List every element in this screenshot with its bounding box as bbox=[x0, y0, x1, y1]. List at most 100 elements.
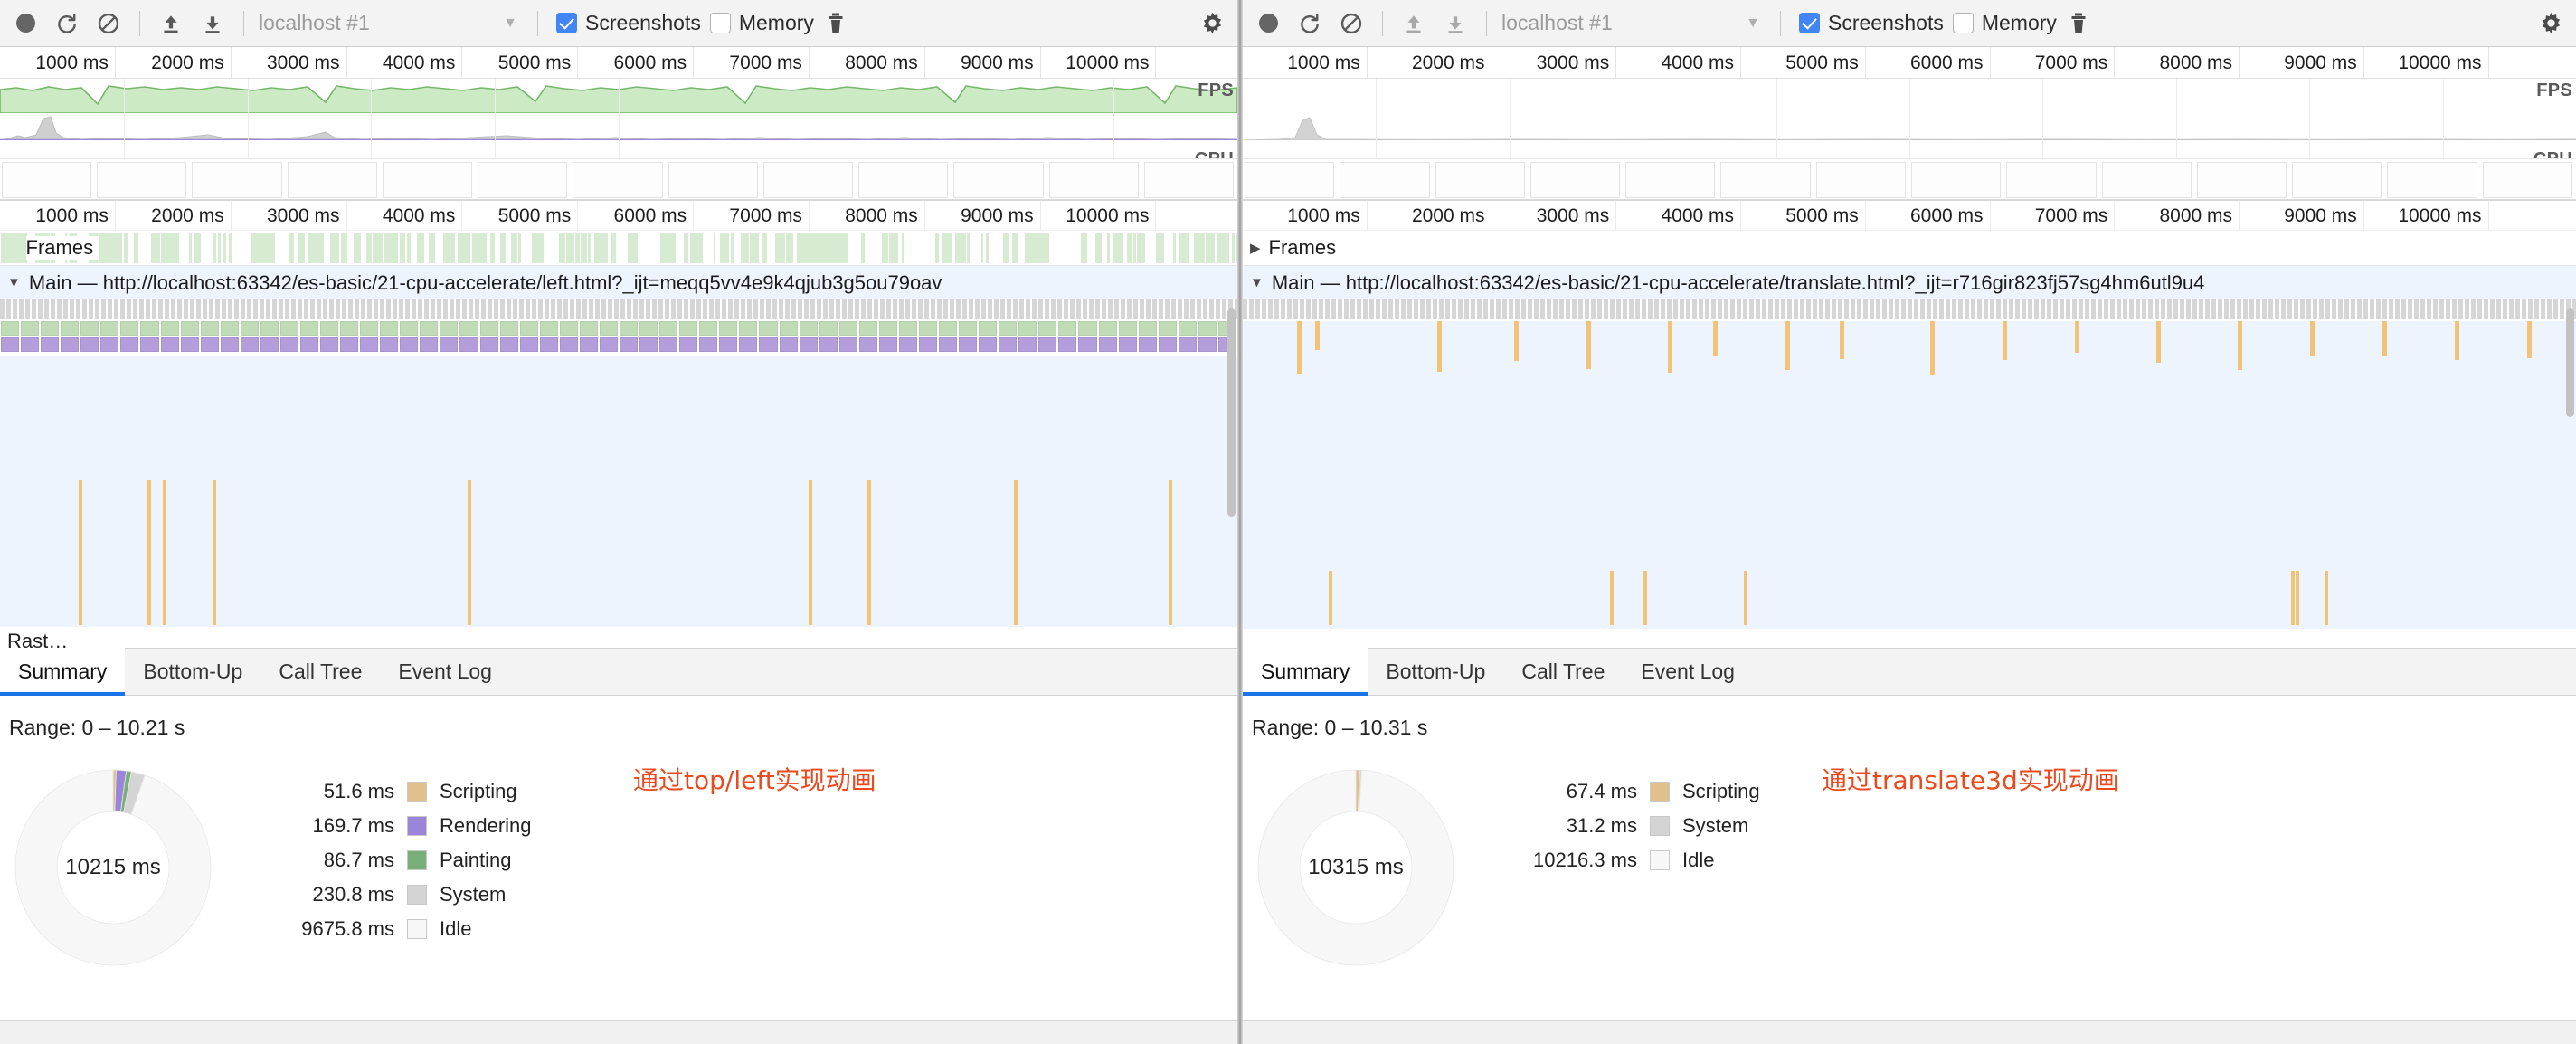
long-task-marker[interactable] bbox=[468, 480, 471, 625]
flame-bar[interactable] bbox=[201, 337, 219, 352]
checkbox-box-memory[interactable] bbox=[1953, 13, 1974, 33]
task-band[interactable] bbox=[0, 299, 1237, 319]
filmstrip-frame[interactable] bbox=[2, 162, 91, 198]
flame-bar[interactable] bbox=[260, 321, 279, 336]
flame-bar[interactable] bbox=[739, 321, 757, 336]
long-task-marker[interactable] bbox=[1329, 571, 1332, 625]
flame-bar[interactable] bbox=[719, 321, 737, 336]
filmstrip-frame[interactable] bbox=[668, 162, 758, 198]
long-task-marker[interactable] bbox=[809, 480, 812, 625]
flame-bar[interactable] bbox=[1, 321, 19, 336]
flame-bar[interactable] bbox=[1179, 337, 1197, 352]
flame-bar[interactable] bbox=[459, 321, 478, 336]
flame-bar[interactable] bbox=[1198, 337, 1217, 352]
filmstrip-frame[interactable] bbox=[1530, 162, 1620, 198]
flame-bar[interactable] bbox=[879, 337, 897, 352]
long-task-marker[interactable] bbox=[147, 480, 151, 625]
long-task-marker[interactable] bbox=[1668, 321, 1672, 373]
filmstrip-frame[interactable] bbox=[858, 162, 948, 198]
right-frames-track[interactable]: ▶ Frames bbox=[1243, 231, 2576, 265]
long-task-marker[interactable] bbox=[1744, 571, 1747, 625]
flame-bar[interactable] bbox=[1058, 337, 1076, 352]
flame-bar[interactable] bbox=[61, 337, 79, 352]
flame-bar[interactable] bbox=[939, 321, 957, 336]
long-task-marker[interactable] bbox=[1297, 321, 1302, 374]
filmstrip-frame[interactable] bbox=[2197, 162, 2287, 198]
memory-checkbox[interactable]: Memory bbox=[1953, 11, 2057, 35]
long-task-marker[interactable] bbox=[2075, 321, 2079, 353]
flame-bar[interactable] bbox=[300, 321, 318, 336]
long-task-marker[interactable] bbox=[2003, 321, 2007, 360]
flame-bar[interactable] bbox=[699, 337, 717, 352]
flame-bar[interactable] bbox=[899, 321, 917, 336]
legend-row[interactable]: 10216.3 msIdle bbox=[1487, 843, 1760, 878]
left-frames-track[interactable]: ▶ Frames bbox=[0, 231, 1237, 265]
checkbox-box-screenshots[interactable] bbox=[1799, 13, 1820, 33]
flame-bar[interactable] bbox=[221, 337, 239, 352]
legend-row[interactable]: 31.2 msSystem bbox=[1487, 809, 1760, 843]
clear-button[interactable] bbox=[89, 4, 128, 43]
main-collapse-arrow[interactable]: ▼ bbox=[1250, 275, 1264, 290]
filmstrip-frame[interactable] bbox=[1625, 162, 1715, 198]
flame-bar[interactable] bbox=[520, 337, 538, 352]
flame-bar[interactable] bbox=[380, 321, 398, 336]
filmstrip-frame[interactable] bbox=[2483, 162, 2572, 198]
flame-bar[interactable] bbox=[1179, 321, 1197, 336]
flame-bar[interactable] bbox=[1038, 321, 1056, 336]
checkbox-box-memory[interactable] bbox=[710, 13, 731, 33]
flame-bar[interactable] bbox=[540, 337, 558, 352]
left-overview[interactable]: FPS CPU NET bbox=[0, 79, 1237, 158]
flame-bar[interactable] bbox=[959, 321, 977, 336]
flame-bar[interactable] bbox=[540, 321, 558, 336]
flame-bar[interactable] bbox=[839, 321, 857, 336]
flame-bar[interactable] bbox=[1198, 321, 1217, 336]
legend-row[interactable]: 230.8 msSystem bbox=[244, 878, 532, 912]
right-filmstrip[interactable] bbox=[1243, 158, 2576, 200]
flame-bar[interactable] bbox=[100, 321, 118, 336]
flame-bar[interactable] bbox=[80, 321, 99, 336]
flame-bar[interactable] bbox=[659, 337, 677, 352]
tab-bottom-up[interactable]: Bottom-Up bbox=[1368, 648, 1503, 695]
session-select[interactable]: localhost #1 ▼ bbox=[1498, 4, 1769, 43]
flame-bar[interactable] bbox=[320, 337, 338, 352]
flame-bar[interactable] bbox=[1078, 337, 1096, 352]
flame-bar[interactable] bbox=[520, 321, 538, 336]
memory-checkbox[interactable]: Memory bbox=[710, 11, 814, 35]
session-select[interactable]: localhost #1 ▼ bbox=[255, 4, 526, 43]
long-task-marker[interactable] bbox=[1840, 321, 1844, 359]
filmstrip-frame[interactable] bbox=[1911, 162, 2001, 198]
flame-bar[interactable] bbox=[639, 337, 658, 352]
flame-bar[interactable] bbox=[1, 337, 19, 352]
flame-bar[interactable] bbox=[181, 321, 199, 336]
collect-garbage-button[interactable] bbox=[816, 4, 856, 43]
flame-bar[interactable] bbox=[181, 337, 199, 352]
record-button[interactable] bbox=[1248, 4, 1288, 43]
filmstrip-frame[interactable] bbox=[1144, 162, 1234, 198]
flame-bar[interactable] bbox=[879, 321, 897, 336]
legend-row[interactable]: 51.6 msScripting bbox=[244, 774, 532, 809]
flame-bar[interactable] bbox=[480, 321, 498, 336]
flame-bar[interactable] bbox=[919, 337, 937, 352]
tab-call-tree[interactable]: Call Tree bbox=[260, 648, 380, 695]
flame-bar[interactable] bbox=[380, 337, 398, 352]
tab-summary[interactable]: Summary bbox=[1243, 648, 1368, 695]
flame-bar[interactable] bbox=[201, 321, 219, 336]
flame-bar[interactable] bbox=[939, 337, 957, 352]
long-task-marker[interactable] bbox=[2527, 321, 2532, 358]
flame-bar[interactable] bbox=[979, 321, 997, 336]
flame-bar[interactable] bbox=[1159, 337, 1177, 352]
reload-button[interactable] bbox=[47, 4, 87, 43]
flame-bar[interactable] bbox=[161, 321, 179, 336]
flame-bar[interactable] bbox=[639, 321, 658, 336]
flame-bar[interactable] bbox=[1119, 321, 1137, 336]
filmstrip-frame[interactable] bbox=[1340, 162, 1429, 198]
flame-bar[interactable] bbox=[1018, 321, 1037, 336]
long-task-marker[interactable] bbox=[1014, 480, 1018, 625]
flame-bar[interactable] bbox=[679, 321, 697, 336]
flame-bar[interactable] bbox=[979, 337, 997, 352]
flame-bar[interactable] bbox=[360, 337, 378, 352]
reload-button[interactable] bbox=[1290, 4, 1330, 43]
flame-bar[interactable] bbox=[679, 337, 697, 352]
filmstrip-frame[interactable] bbox=[1435, 162, 1525, 198]
flame-bar[interactable] bbox=[280, 321, 298, 336]
